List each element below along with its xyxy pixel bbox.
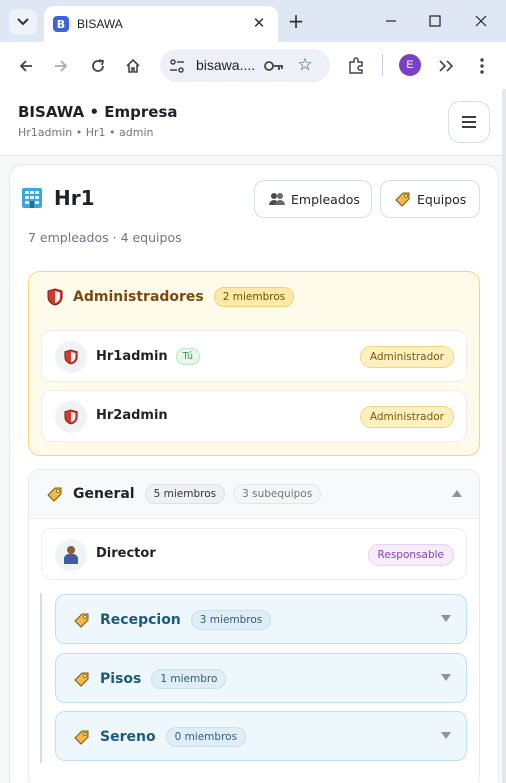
home-icon[interactable] [120,53,146,79]
tab-title: BISAWA [77,17,123,31]
admins-header: Administradores 2 miembros [47,287,295,307]
more-tools-icon[interactable] [433,53,459,79]
subteam-heading: Sereno 0 miembros [74,727,247,747]
shield-icon [64,349,78,365]
subteam-heading: Pisos 1 miembro [74,669,227,689]
tag-icon [74,730,89,745]
general-team-header[interactable]: General 5 miembros 3 subequipos [29,470,479,519]
subteam-name: Sereno [100,729,156,745]
star-icon[interactable]: ☆ [295,55,315,75]
avatar [55,401,87,433]
member-name: Director [96,546,156,561]
forward-icon[interactable] [48,53,74,79]
admins-count-badge: 2 miembros [213,287,295,307]
subteam-sereno[interactable]: Sereno 0 miembros [55,711,467,761]
role-badge: Administrador [359,406,454,428]
admins-section: Administradores 2 miembros Hr1admin Tú A… [28,271,480,456]
subteam-pisos[interactable]: Pisos 1 miembro [55,653,467,703]
member-name-text: Hr1admin [96,349,168,364]
general-team-heading: General 5 miembros 3 subequipos [47,484,322,504]
tag-icon [74,613,89,628]
tag-icon [74,672,89,687]
member-name-text: Director [96,546,156,561]
avatar [55,341,87,373]
key-icon[interactable] [263,57,285,75]
shield-icon [64,409,78,425]
toolbar-separator [382,54,383,76]
member-row[interactable]: Hr2admin Administrador [41,390,467,442]
subteams-count-badge: 3 subequipos [233,484,322,504]
general-team-title: General [73,486,135,502]
kebab-menu-icon[interactable] [469,53,495,79]
member-name: Hr2admin [96,408,168,423]
collapse-chevron-icon[interactable] [451,488,463,498]
browser-toolbar: bisawa.... ☆ E [0,42,506,89]
people-icon [269,192,285,206]
member-name-text: Hr2admin [96,408,168,423]
app-title: BISAWA • Empresa [18,103,178,121]
team-stats: 7 empleados · 4 equipos [28,230,182,245]
team-name: Hr1 [54,186,95,210]
tab-search-icon[interactable] [9,9,37,35]
subteam-name: Recepcion [100,612,181,628]
admins-title: Administradores [73,289,204,305]
expand-chevron-icon[interactable] [440,673,452,683]
role-badge: Administrador [359,346,454,368]
hamburger-menu-button[interactable] [448,101,490,143]
browser-tabstrip: B BISAWA ✕ + [0,0,506,42]
tag-icon [395,191,411,207]
address-bar[interactable]: bisawa.... ☆ [160,49,330,82]
subteam-recepcion[interactable]: Recepcion 3 miembros [55,594,467,644]
new-tab-icon[interactable]: + [286,9,306,33]
member-row[interactable]: Director Responsable [41,528,467,580]
hamburger-icon [462,116,476,128]
maximize-icon[interactable] [422,9,448,33]
extensions-icon[interactable] [343,53,369,79]
subteam-count-badge: 0 miembros [165,727,247,747]
tag-icon [47,487,62,502]
member-name: Hr1admin Tú [96,348,201,365]
page-content: BISAWA • Empresa Hr1admin • Hr1 • admin … [0,89,502,783]
tree-connector [40,593,42,763]
team-heading: Hr1 [20,186,95,210]
teams-button-label: Equipos [417,191,467,207]
person-icon [64,546,78,564]
expand-chevron-icon[interactable] [440,731,452,741]
minimize-icon[interactable] [378,9,404,33]
app-subtitle: Hr1admin • Hr1 • admin [18,126,154,139]
page-scrollbar[interactable] [502,89,506,783]
avatar [55,539,87,571]
app-header: BISAWA • Empresa Hr1admin • Hr1 • admin [0,89,502,156]
expand-chevron-icon[interactable] [440,614,452,624]
responsable-badge: Responsable [367,544,454,566]
close-icon[interactable]: ✕ [250,14,268,32]
back-icon[interactable] [13,53,39,79]
subteam-name: Pisos [100,671,142,687]
url-text[interactable]: bisawa.... [196,57,255,73]
building-icon [22,188,42,208]
employees-button[interactable]: Empleados [254,180,372,218]
reload-icon[interactable] [85,53,111,79]
window-close-icon[interactable] [468,9,494,33]
site-settings-icon[interactable] [169,58,185,74]
favicon: B [53,16,69,32]
subteam-heading: Recepcion 3 miembros [74,610,272,630]
browser-tab[interactable]: B BISAWA ✕ [44,6,278,42]
teams-button[interactable]: Equipos [380,180,480,218]
shield-icon [47,288,63,306]
employees-button-label: Empleados [291,191,360,207]
subteam-count-badge: 3 miembros [190,610,272,630]
profile-avatar[interactable]: E [399,54,421,76]
subteam-count-badge: 1 miembro [151,669,227,689]
member-row[interactable]: Hr1admin Tú Administrador [41,330,467,382]
members-count-badge: 5 miembros [144,484,226,504]
you-badge: Tú [175,348,201,365]
